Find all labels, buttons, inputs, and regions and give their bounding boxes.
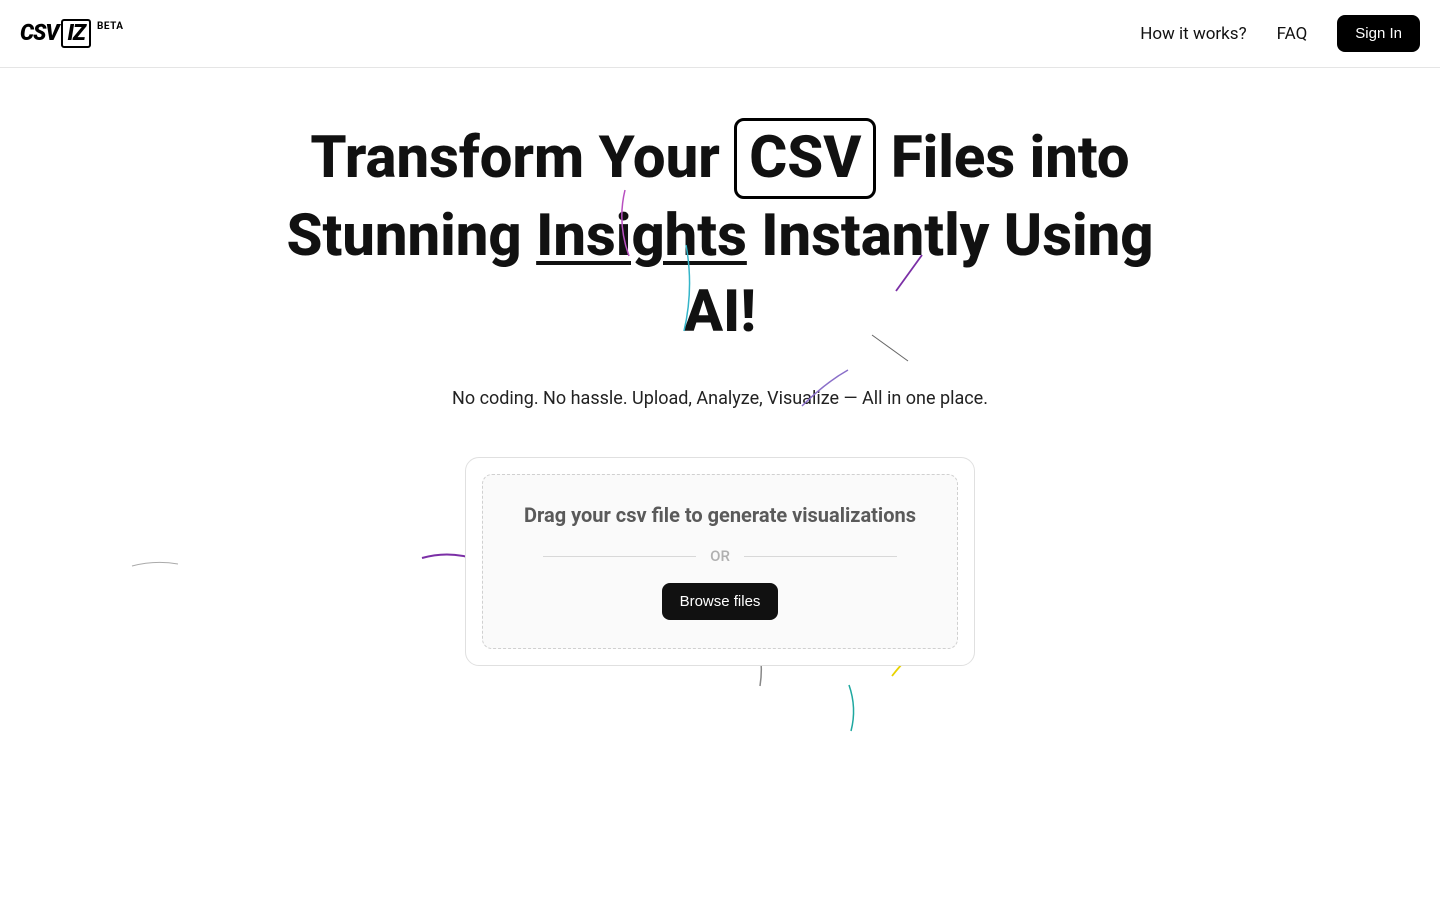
divider-line [744, 556, 897, 557]
upload-instruction: Drag your csv file to generate visualiza… [513, 501, 927, 529]
hero-title-pre: Transform Your [310, 124, 734, 192]
upload-card: Drag your csv file to generate visualiza… [465, 457, 975, 666]
browse-files-button[interactable]: Browse files [662, 583, 779, 620]
hero-title-insights: Insights [536, 202, 747, 270]
main-content: Transform Your CSV Files into Stunning I… [0, 68, 1440, 666]
hero-title: Transform Your CSV Files into Stunning I… [270, 118, 1170, 350]
logo-text-iz: IZ [61, 19, 90, 48]
app-header: CSV IZ BETA How it works? FAQ Sign In [0, 0, 1440, 68]
logo-beta-badge: BETA [97, 21, 124, 32]
decoration-stroke [843, 683, 863, 733]
upload-dropzone[interactable]: Drag your csv file to generate visualiza… [482, 474, 958, 649]
hero-title-post: Instantly Using AI! [684, 202, 1154, 345]
hero-title-csv-box: CSV [734, 118, 876, 199]
decoration-stroke [130, 558, 180, 570]
logo-text-csv: CSV [20, 21, 58, 46]
divider-line [543, 556, 696, 557]
nav-faq[interactable]: FAQ [1277, 24, 1308, 44]
logo[interactable]: CSV IZ BETA [20, 19, 123, 48]
primary-nav: How it works? FAQ Sign In [1140, 15, 1420, 52]
or-text: OR [710, 547, 730, 565]
nav-how-it-works[interactable]: How it works? [1140, 24, 1246, 44]
hero-subtitle: No coding. No hassle. Upload, Analyze, V… [0, 388, 1440, 409]
sign-in-button[interactable]: Sign In [1337, 15, 1420, 52]
upload-or-divider: OR [513, 547, 927, 565]
